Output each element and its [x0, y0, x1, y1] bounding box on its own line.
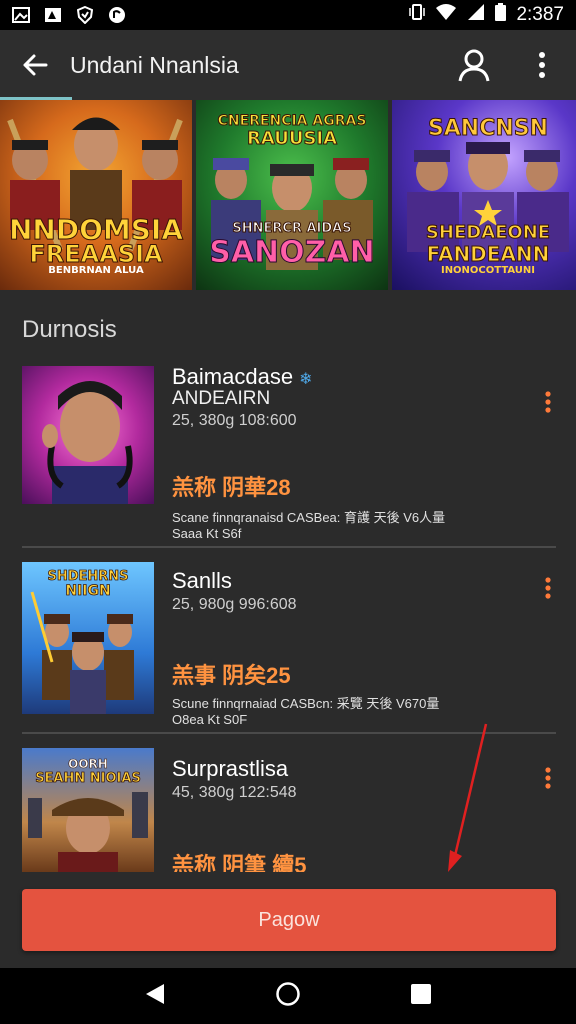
banner-carousel[interactable]: NNDOMSIA FREAASIA BENBRNAN ALUA CNERENCI… — [0, 100, 576, 290]
item-description: Scane finnqranaisd CASBea: 育護 天後 V6人量 Sa… — [172, 510, 446, 541]
page-title: Undani Nnanlsia — [70, 51, 239, 78]
item-more-button[interactable] — [534, 570, 562, 606]
verified-badge-icon: ❄ — [299, 371, 313, 388]
banner-top-line1: SANCNSN — [427, 116, 549, 141]
more-vertical-icon — [539, 52, 545, 78]
system-nav-bar — [0, 968, 576, 1024]
item-meta: 25, 980g 996:608 — [172, 596, 297, 613]
back-button[interactable] — [0, 30, 70, 100]
banner-card[interactable]: SANCNSN SHEDAEONE FANDEANN INONOCOTTAUNI — [392, 100, 576, 290]
banner-caption: BENBRNAN ALUA — [48, 265, 144, 276]
gallery-notification-icon — [12, 6, 30, 24]
banner-title-line1: SHNERCR AIDAS — [232, 221, 352, 236]
item-price: 羔事 阴矣25 — [172, 663, 291, 688]
app-bar: Undani Nnanlsia — [0, 30, 576, 100]
signal-icon — [467, 3, 485, 27]
primary-action-button[interactable]: Pagow — [22, 889, 556, 951]
triangle-back-icon — [146, 983, 165, 1004]
banner-top-line1: CNERENCIA AGRAS — [217, 113, 367, 129]
circle-home-icon — [276, 981, 300, 1006]
vibrate-icon — [409, 3, 426, 27]
banner-top-line2: RAUUSIA — [246, 128, 338, 149]
item-meta: 25, 380g 108:600 — [172, 412, 297, 429]
banner-title-line2: FREAASIA — [29, 240, 163, 268]
person-icon — [458, 49, 490, 82]
item-thumbnail[interactable]: SHDEHRNS NIIGN — [22, 562, 154, 714]
wifi-icon — [435, 3, 457, 27]
banner-card[interactable]: CNERENCIA AGRAS RAUUSIA SHNERCR AIDAS SA… — [196, 100, 388, 290]
banner-card[interactable]: NNDOMSIA FREAASIA BENBRNAN ALUA — [0, 100, 192, 290]
list-item[interactable]: Baimacdase ❄ ANDEAIRN 25, 380g 108:600 羔称… — [0, 364, 576, 544]
item-more-button[interactable] — [534, 760, 562, 796]
item-title: Sanlls — [172, 568, 232, 593]
status-time: 2:387 — [516, 4, 564, 25]
account-button[interactable] — [440, 30, 508, 100]
thumb-title-bottom: SEAHN NIOIAS — [35, 771, 141, 786]
divider — [22, 546, 556, 548]
app-notification-icon — [108, 6, 126, 24]
list-item[interactable]: SHDEHRNS NIIGN Sanlls 25, 980g 996:608 羔… — [0, 562, 576, 732]
item-thumbnail[interactable]: OORH SEAHN NIOIAS — [22, 748, 154, 872]
square-recents-icon — [410, 983, 431, 1004]
banner-title-line1: SHEDAEONE — [425, 222, 551, 243]
more-vertical-icon — [545, 577, 551, 599]
annotation-arrow-icon — [448, 723, 488, 872]
shield-notification-icon — [76, 6, 94, 24]
more-vertical-icon — [545, 391, 551, 413]
thumb-title-top: SHDEHRNS — [47, 569, 129, 584]
banner-caption: INONOCOTTAUNI — [440, 265, 536, 276]
item-thumbnail[interactable] — [22, 366, 154, 504]
battery-icon — [495, 3, 507, 27]
image-notification-icon — [44, 6, 62, 24]
item-meta: 45, 380g 122:548 — [172, 784, 297, 801]
status-bar: 2:387 — [0, 0, 576, 30]
banner-title-line2: SANOZAN — [209, 235, 376, 270]
section-title: Durnosis — [22, 316, 117, 343]
banner-title-line2: FANDEANN — [426, 242, 550, 266]
item-title: Surprastlisa — [172, 756, 289, 781]
thumb-title-top: OORH — [68, 757, 108, 771]
overflow-menu-button[interactable] — [508, 30, 576, 100]
nav-recents-button[interactable] — [410, 983, 432, 1010]
thumb-title-bottom: NIIGN — [65, 583, 111, 599]
nav-back-button[interactable] — [144, 982, 166, 1011]
item-title: Baimacdase ❄ — [172, 364, 313, 389]
arrow-left-icon — [23, 54, 48, 76]
item-subtitle: ANDEAIRN — [172, 388, 271, 409]
more-vertical-icon — [545, 767, 551, 789]
nav-home-button[interactable] — [275, 981, 301, 1012]
item-price: 羔称 阴華28 — [172, 475, 291, 500]
item-more-button[interactable] — [534, 384, 562, 420]
